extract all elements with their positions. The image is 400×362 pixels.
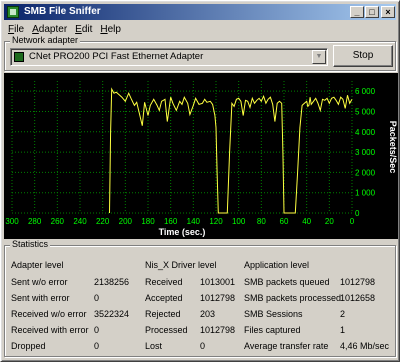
adapter-select[interactable]: CNet PRO200 PCI Fast Ethernet Adapter ▼	[10, 48, 328, 66]
window-title: SMB File Sniffer	[24, 6, 101, 17]
network-adapter-group: Network adapter CNet PRO200 PCI Fast Eth…	[4, 35, 396, 71]
x-tick-label: 160	[164, 217, 178, 226]
stat-label: Received w/o error	[11, 309, 87, 319]
stat-label: Sent with error	[11, 293, 70, 303]
y-tick-label: 0	[355, 209, 360, 218]
y-tick-label: 5 000	[355, 107, 376, 116]
statistics-group: Statistics Adapter level Sent w/o error …	[4, 239, 396, 357]
y-tick-label: 3 000	[355, 148, 376, 157]
application-level-header: Application level	[244, 260, 310, 270]
chevron-down-icon[interactable]: ▼	[312, 50, 326, 64]
stat-value: 1012658	[340, 293, 376, 303]
stat-label: Accepted	[145, 293, 183, 303]
stat-label: Received with error	[11, 325, 89, 335]
menu-help[interactable]: Help	[96, 22, 125, 38]
stat-label: SMB packets processed	[244, 293, 342, 303]
x-tick-label: 220	[96, 217, 110, 226]
y-axis-label: Packets/Sec	[388, 121, 398, 174]
x-tick-label: 200	[119, 217, 133, 226]
maximize-button[interactable]: □	[365, 6, 379, 18]
stat-label: Files captured	[244, 325, 301, 335]
x-tick-label: 0	[350, 217, 355, 226]
stat-value: 203	[200, 309, 216, 319]
network-adapter-label: Network adapter	[10, 35, 81, 45]
x-tick-label: 260	[51, 217, 65, 226]
adapter-level-header: Adapter level	[11, 260, 64, 270]
app-window: SMB File Sniffer _ □ × File Adapter Edit He…	[0, 0, 400, 362]
stat-value: 1012798	[200, 325, 236, 335]
title-bar[interactable]: SMB File Sniffer _ □ ×	[4, 4, 396, 20]
x-axis-label: Time (sec.)	[159, 227, 206, 237]
packets-series-line	[109, 87, 353, 214]
stat-label: Processed	[145, 325, 188, 335]
statistics-label: Statistics	[10, 239, 51, 249]
x-tick-label: 20	[325, 217, 334, 226]
y-tick-label: 2 000	[355, 168, 376, 177]
stat-label: Sent w/o error	[11, 277, 68, 287]
stat-value: 0	[94, 341, 100, 351]
x-tick-label: 120	[209, 217, 223, 226]
stat-value: 1	[340, 325, 346, 335]
stat-value: 0	[94, 293, 100, 303]
x-tick-label: 40	[302, 217, 311, 226]
packets-chart-svg: 300 280 260 240 220 200 180 160 140 120 100 80 60 40 2…	[5, 81, 398, 237]
stat-label: SMB packets queued	[244, 277, 330, 287]
x-tick-label: 100	[232, 217, 246, 226]
stat-label: SMB Sessions	[244, 309, 303, 319]
stat-value: 0	[94, 325, 100, 335]
stop-button[interactable]: Stop	[333, 45, 393, 67]
adapter-select-value: CNet PRO200 PCI Fast Ethernet Adapter	[29, 51, 204, 62]
x-tick-label: 80	[257, 217, 266, 226]
stat-label: Average transfer rate	[244, 341, 329, 351]
stat-label: Dropped	[11, 341, 46, 351]
x-tick-label: 60	[280, 217, 289, 226]
x-tick-label: 240	[73, 217, 87, 226]
y-tick-label: 4 000	[355, 128, 376, 137]
close-button[interactable]: ×	[381, 6, 395, 18]
stat-value: 1012798	[340, 277, 376, 287]
minimize-button[interactable]: _	[350, 6, 364, 18]
app-icon	[7, 6, 19, 18]
x-tick-label: 280	[28, 217, 42, 226]
y-tick-label: 1 000	[355, 189, 376, 198]
driver-level-header: Nis_X Driver level	[145, 260, 217, 270]
stat-value: 0	[200, 341, 206, 351]
stat-label: Lost	[145, 341, 163, 351]
x-tick-label: 300	[5, 217, 19, 226]
stat-value: 2138256	[94, 277, 130, 287]
stat-value: 4,46 Mb/sec	[340, 341, 390, 351]
stat-label: Received	[145, 277, 183, 287]
stat-value: 1012798	[200, 293, 236, 303]
stat-label: Rejected	[145, 309, 181, 319]
packets-chart: 300 280 260 240 220 200 180 160 140 120 100 80 60 40 2…	[4, 73, 398, 239]
x-tick-label: 180	[141, 217, 155, 226]
x-tick-label: 140	[187, 217, 201, 226]
stat-value: 1013001	[200, 277, 236, 287]
y-tick-label: 6 000	[355, 87, 376, 96]
stat-value: 3522324	[94, 309, 130, 319]
network-card-icon	[14, 52, 24, 62]
stat-value: 2	[340, 309, 346, 319]
